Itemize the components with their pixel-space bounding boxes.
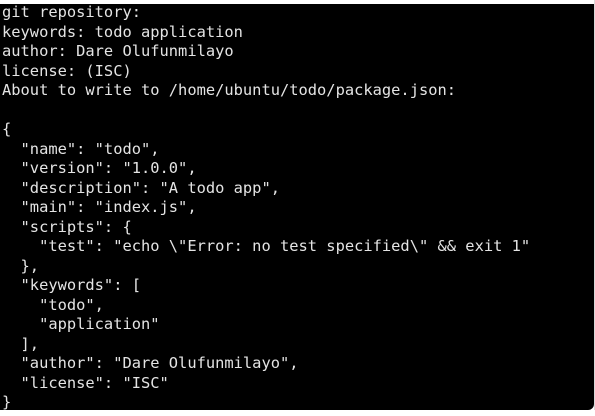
terminal-line: About to write to /home/ubuntu/todo/pack… (2, 81, 457, 99)
terminal-line: license: (ISC) (2, 61, 132, 80)
terminal-line: }, (2, 256, 40, 275)
terminal-line: author: Dare Olufunmilayo (2, 42, 234, 60)
terminal-line: } (2, 393, 12, 411)
terminal-line: keywords: todo application (2, 22, 243, 41)
terminal-line: "name": "todo", (2, 139, 160, 158)
terminal-line: "todo", (2, 295, 104, 314)
terminal-line: "license": "ISC" (2, 373, 169, 392)
terminal-line: "keywords": [ (2, 276, 141, 294)
terminal-line: "scripts": { (2, 217, 132, 236)
terminal-line: "main": "index.js", (2, 198, 197, 216)
terminal-line: "version": "1.0.0", (2, 159, 197, 177)
terminal-line: "application" (2, 315, 160, 333)
terminal-line: ], (2, 334, 40, 353)
terminal-line: "test": "echo \"Error: no test specified… (2, 237, 531, 255)
terminal-line: git repository: (2, 3, 141, 21)
terminal-line: { (2, 120, 12, 138)
terminal-window[interactable]: git repository: keywords: todo applicatio… (0, 0, 594, 413)
window-top-edge (0, 0, 595, 4)
terminal-line: "description": "A todo app", (2, 178, 280, 197)
terminal-output: git repository: keywords: todo applicatio… (2, 3, 530, 413)
screenshot-frame: git repository: keywords: todo applicatio… (0, 0, 595, 416)
terminal-line: "author": "Dare Olufunmilayo", (2, 354, 299, 372)
